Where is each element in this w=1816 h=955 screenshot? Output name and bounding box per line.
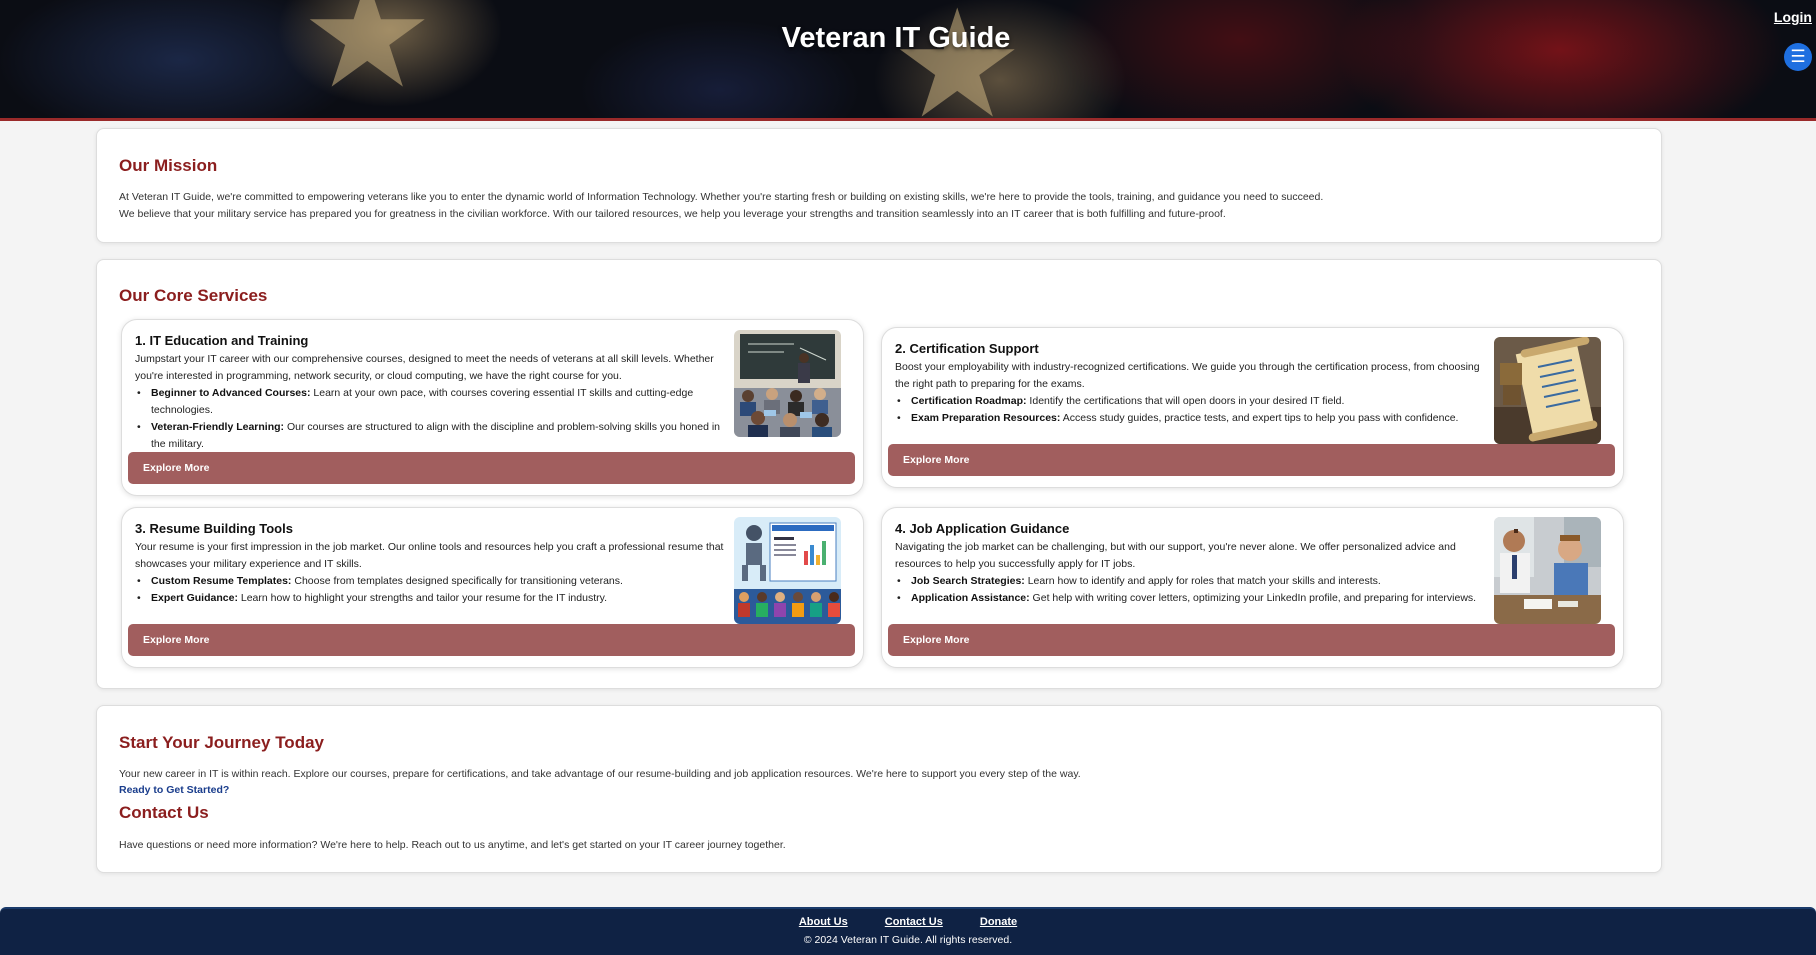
service-description: Your resume is your first impression in … <box>135 541 724 570</box>
flag-star-decoration: ★ <box>890 0 1025 152</box>
certification-scroll-image <box>1494 337 1601 444</box>
list-item: Expert Guidance: Learn how to highlight … <box>135 590 735 607</box>
resume-tools-image <box>734 517 841 624</box>
service-title: 1. IT Education and Training <box>135 333 309 348</box>
footer-link-donate[interactable]: Donate <box>980 916 1017 928</box>
job-interview-image <box>1494 517 1601 624</box>
mission-text: At Veteran IT Guide, we're committed to … <box>119 189 1619 223</box>
service-card-education: 1. IT Education and Training Jumpstart y… <box>121 319 864 496</box>
site-footer: About Us Contact Us Donate © 2024 Vetera… <box>0 907 1816 955</box>
service-title: 2. Certification Support <box>895 341 1039 356</box>
mission-section: Our Mission At Veteran IT Guide, we're c… <box>96 128 1662 243</box>
mission-title: Our Mission <box>119 156 218 175</box>
contact-text: Have questions or need more information?… <box>119 839 786 851</box>
service-bullets: Job Search Strategies: Learn how to iden… <box>895 573 1495 607</box>
list-item: Exam Preparation Resources: Access study… <box>895 410 1495 427</box>
service-description: Jumpstart your IT career with our compre… <box>135 353 714 382</box>
service-bullets: Custom Resume Templates: Choose from tem… <box>135 573 735 607</box>
service-title: 4. Job Application Guidance <box>895 521 1070 536</box>
list-item: Certification Roadmap: Identify the cert… <box>895 393 1495 410</box>
get-started-link[interactable]: Ready to Get Started? <box>119 784 229 796</box>
explore-more-button[interactable]: Explore More <box>128 452 855 484</box>
services-section: Our Core Services 1. IT Education and Tr… <box>96 259 1662 689</box>
contact-title: Contact Us <box>119 803 209 822</box>
service-card-resume: 3. Resume Building Tools Your resume is … <box>121 507 864 668</box>
service-card-job-application: 4. Job Application Guidance Navigating t… <box>881 507 1624 668</box>
list-item: Application Assistance: Get help with wr… <box>895 590 1495 607</box>
explore-more-button[interactable]: Explore More <box>888 444 1615 476</box>
journey-section: Start Your Journey Today Your new career… <box>96 705 1662 873</box>
service-description: Boost your employability with industry-r… <box>895 361 1480 390</box>
explore-more-button[interactable]: Explore More <box>128 624 855 656</box>
classroom-image <box>734 330 841 437</box>
copyright-text: © 2024 Veteran IT Guide. All rights rese… <box>803 934 1013 946</box>
footer-link-about[interactable]: About Us <box>799 916 848 928</box>
service-description: Navigating the job market can be challen… <box>895 541 1456 570</box>
service-content: Jumpstart your IT career with our compre… <box>135 351 735 453</box>
service-content: Navigating the job market can be challen… <box>895 539 1495 607</box>
service-card-certification: 2. Certification Support Boost your empl… <box>881 327 1624 488</box>
journey-title: Start Your Journey Today <box>119 733 324 752</box>
service-content: Your resume is your first impression in … <box>135 539 735 607</box>
login-link[interactable]: Login <box>1774 9 1812 25</box>
menu-icon[interactable]: ☰ <box>1784 43 1812 71</box>
mission-paragraph: We believe that your military service ha… <box>119 208 1226 220</box>
explore-more-button[interactable]: Explore More <box>888 624 1615 656</box>
service-bullets: Beginner to Advanced Courses: Learn at y… <box>135 385 735 453</box>
site-title: Veteran IT Guide <box>781 22 1011 54</box>
site-header: ★ ★ Veteran IT Guide Login ☰ <box>0 0 1816 140</box>
list-item: Veteran-Friendly Learning: Our courses a… <box>135 419 735 453</box>
list-item: Beginner to Advanced Courses: Learn at y… <box>135 385 735 419</box>
service-title: 3. Resume Building Tools <box>135 521 293 536</box>
footer-links: About Us Contact Us Donate <box>0 916 1816 928</box>
journey-text: Your new career in IT is within reach. E… <box>119 768 1081 780</box>
list-item: Custom Resume Templates: Choose from tem… <box>135 573 735 590</box>
flag-star-decoration: ★ <box>300 0 435 122</box>
list-item: Job Search Strategies: Learn how to iden… <box>895 573 1495 590</box>
footer-link-contact[interactable]: Contact Us <box>885 916 943 928</box>
service-content: Boost your employability with industry-r… <box>895 359 1495 427</box>
service-bullets: Certification Roadmap: Identify the cert… <box>895 393 1495 427</box>
mission-paragraph: At Veteran IT Guide, we're committed to … <box>119 191 1324 203</box>
services-title: Our Core Services <box>119 286 268 305</box>
